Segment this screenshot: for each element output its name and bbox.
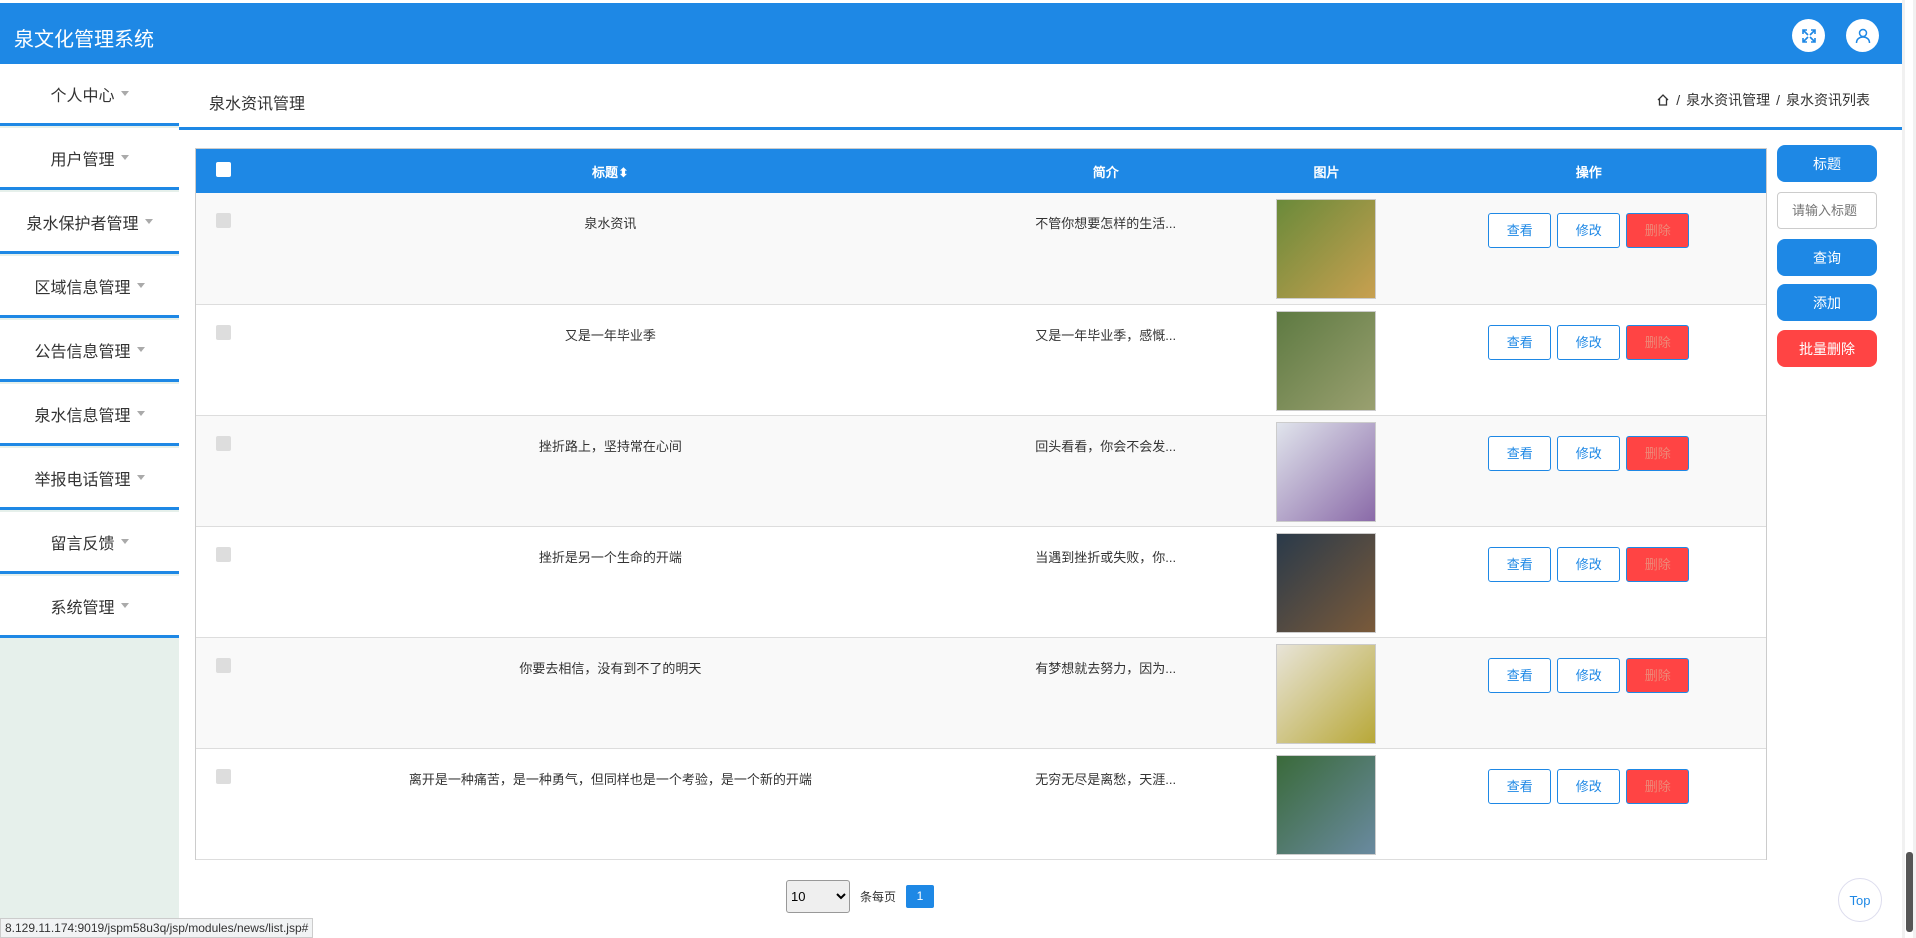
table-row: 挫折是另一个生命的开端 当遇到挫折或失败，你... 查看 修改 删除: [196, 526, 1766, 637]
page-size-select[interactable]: 10: [786, 880, 850, 913]
caret-down-icon: [136, 283, 145, 288]
row-image: [1276, 754, 1377, 855]
sidebar-item-user-management[interactable]: 用户管理: [0, 128, 179, 190]
row-checkbox[interactable]: [215, 768, 231, 784]
table-row: 离开是一种痛苦，是一种勇气，但同样也是一个考验，是一个新的开端 无穷无尽是离愁，天…: [196, 748, 1766, 859]
column-image: 图片: [1313, 164, 1340, 180]
edit-button[interactable]: 修改: [1557, 546, 1621, 582]
edit-button[interactable]: 修改: [1557, 768, 1621, 804]
row-checkbox[interactable]: [215, 435, 231, 451]
edit-button[interactable]: 修改: [1557, 657, 1621, 693]
user-avatar-icon[interactable]: [1846, 19, 1879, 52]
back-to-top-button[interactable]: Top: [1838, 878, 1882, 922]
caret-down-icon: [144, 219, 153, 224]
add-button[interactable]: 添加: [1777, 284, 1877, 321]
query-button[interactable]: 查询: [1777, 239, 1877, 276]
view-button[interactable]: 查看: [1488, 324, 1552, 360]
sidebar-item-report-phone-management[interactable]: 举报电话管理: [0, 448, 179, 510]
row-title: 挫折路上，坚持常在心间: [538, 438, 682, 454]
sidebar-item-feedback[interactable]: 留言反馈: [0, 512, 179, 574]
select-all-checkbox[interactable]: [215, 162, 231, 177]
view-button[interactable]: 查看: [1488, 657, 1552, 693]
breadcrumb-item[interactable]: 泉水资讯管理: [1686, 90, 1770, 110]
column-intro: 简介: [1092, 164, 1119, 180]
row-checkbox[interactable]: [215, 213, 231, 228]
delete-button[interactable]: 删除: [1626, 546, 1690, 582]
sidebar-item-protector-management[interactable]: 泉水保护者管理: [0, 192, 179, 254]
column-actions: 操作: [1575, 164, 1602, 180]
caret-down-icon: [120, 91, 129, 96]
caret-down-icon: [120, 155, 129, 160]
vertical-scrollbar[interactable]: [1902, 0, 1916, 938]
app-title: 泉文化管理系统: [14, 29, 154, 51]
row-title: 挫折是另一个生命的开端: [538, 549, 682, 565]
row-image: [1276, 643, 1377, 744]
caret-down-icon: [136, 411, 145, 416]
table-row: 又是一年毕业季 又是一年毕业季，感慨... 查看 修改 删除: [196, 304, 1766, 415]
row-image: [1276, 199, 1377, 299]
edit-button[interactable]: 修改: [1557, 435, 1621, 471]
table-header-row: 标题⬍ 简介 图片 操作: [196, 149, 1766, 193]
sidebar-item-spring-management[interactable]: 泉水信息管理: [0, 384, 179, 446]
home-icon[interactable]: [1656, 93, 1670, 107]
delete-button[interactable]: 删除: [1626, 213, 1690, 248]
table-row: 挫折路上，坚持常在心间 回头看看，你会不会发... 查看 修改 删除: [196, 415, 1766, 526]
row-title: 泉水资讯: [584, 216, 637, 231]
row-intro: 无穷无尽是离愁，天涯...: [1035, 771, 1177, 787]
edit-button[interactable]: 修改: [1557, 213, 1621, 248]
view-button[interactable]: 查看: [1488, 213, 1552, 248]
delete-button[interactable]: 删除: [1626, 657, 1690, 693]
caret-down-icon: [136, 475, 145, 480]
top-bar: 泉文化管理系统: [0, 3, 1902, 64]
view-button[interactable]: 查看: [1488, 768, 1552, 804]
row-title: 离开是一种痛苦，是一种勇气，但同样也是一个考验，是一个新的开端: [408, 771, 812, 787]
row-checkbox[interactable]: [215, 546, 231, 562]
column-title[interactable]: 标题⬍: [251, 149, 970, 193]
view-button[interactable]: 查看: [1488, 435, 1552, 471]
page-title: 泉水资讯管理: [209, 96, 306, 113]
row-title: 又是一年毕业季: [564, 327, 656, 343]
row-intro: 有梦想就去努力，因为...: [1035, 660, 1177, 676]
search-field-label: 标题: [1777, 145, 1877, 182]
page-number-current[interactable]: 1: [906, 885, 935, 908]
row-intro: 回头看看，你会不会发...: [1035, 438, 1177, 454]
row-intro: 又是一年毕业季，感慨...: [1035, 327, 1177, 343]
delete-button[interactable]: 删除: [1626, 324, 1690, 360]
delete-button[interactable]: 删除: [1626, 435, 1690, 471]
row-image: [1276, 532, 1377, 633]
content-header: 泉水资讯管理 / 泉水资讯管理 / 泉水资讯列表: [179, 64, 1902, 130]
row-title: 你要去相信，没有到不了的明天: [519, 660, 702, 676]
edit-button[interactable]: 修改: [1557, 324, 1621, 360]
caret-down-icon: [136, 347, 145, 352]
scrollbar-thumb[interactable]: [1906, 852, 1913, 932]
delete-button[interactable]: 删除: [1626, 768, 1690, 804]
caret-down-icon: [120, 603, 129, 608]
sidebar: 个人中心 用户管理 泉水保护者管理 区域信息管理 公告信息管理 泉水信息管理 举…: [0, 64, 179, 938]
sidebar-item-system-management[interactable]: 系统管理: [0, 576, 179, 638]
row-image: [1276, 310, 1377, 411]
news-table: 标题⬍ 简介 图片 操作 泉水资讯 不管你想要怎样的生活... 查看 修改 删除 又是一年…: [195, 148, 1767, 860]
pagination: 10 条每页 1: [786, 880, 935, 913]
table-row: 泉水资讯 不管你想要怎样的生活... 查看 修改 删除: [196, 193, 1766, 304]
sidebar-item-notice-management[interactable]: 公告信息管理: [0, 320, 179, 382]
fullscreen-icon[interactable]: [1792, 19, 1825, 52]
sidebar-item-region-management[interactable]: 区域信息管理: [0, 256, 179, 318]
row-checkbox[interactable]: [215, 657, 231, 673]
row-intro: 当遇到挫折或失败，你...: [1035, 549, 1177, 565]
breadcrumb-item-current: 泉水资讯列表: [1786, 92, 1870, 108]
caret-down-icon: [120, 539, 129, 544]
row-intro: 不管你想要怎样的生活...: [1035, 216, 1177, 231]
search-input[interactable]: [1777, 192, 1877, 229]
status-url: 8.129.11.174:9019/jspm58u3q/jsp/modules/…: [0, 918, 314, 938]
view-button[interactable]: 查看: [1488, 546, 1552, 582]
breadcrumb: / 泉水资讯管理 / 泉水资讯列表: [1656, 90, 1870, 110]
row-image: [1276, 421, 1377, 522]
row-checkbox[interactable]: [215, 324, 231, 340]
batch-delete-button[interactable]: 批量删除: [1777, 330, 1877, 367]
sidebar-item-personal-center[interactable]: 个人中心: [0, 64, 179, 126]
sort-icon[interactable]: ⬍: [618, 165, 629, 180]
table-row: 你要去相信，没有到不了的明天 有梦想就去努力，因为... 查看 修改 删除: [196, 637, 1766, 748]
per-page-label: 条每页: [860, 890, 897, 904]
